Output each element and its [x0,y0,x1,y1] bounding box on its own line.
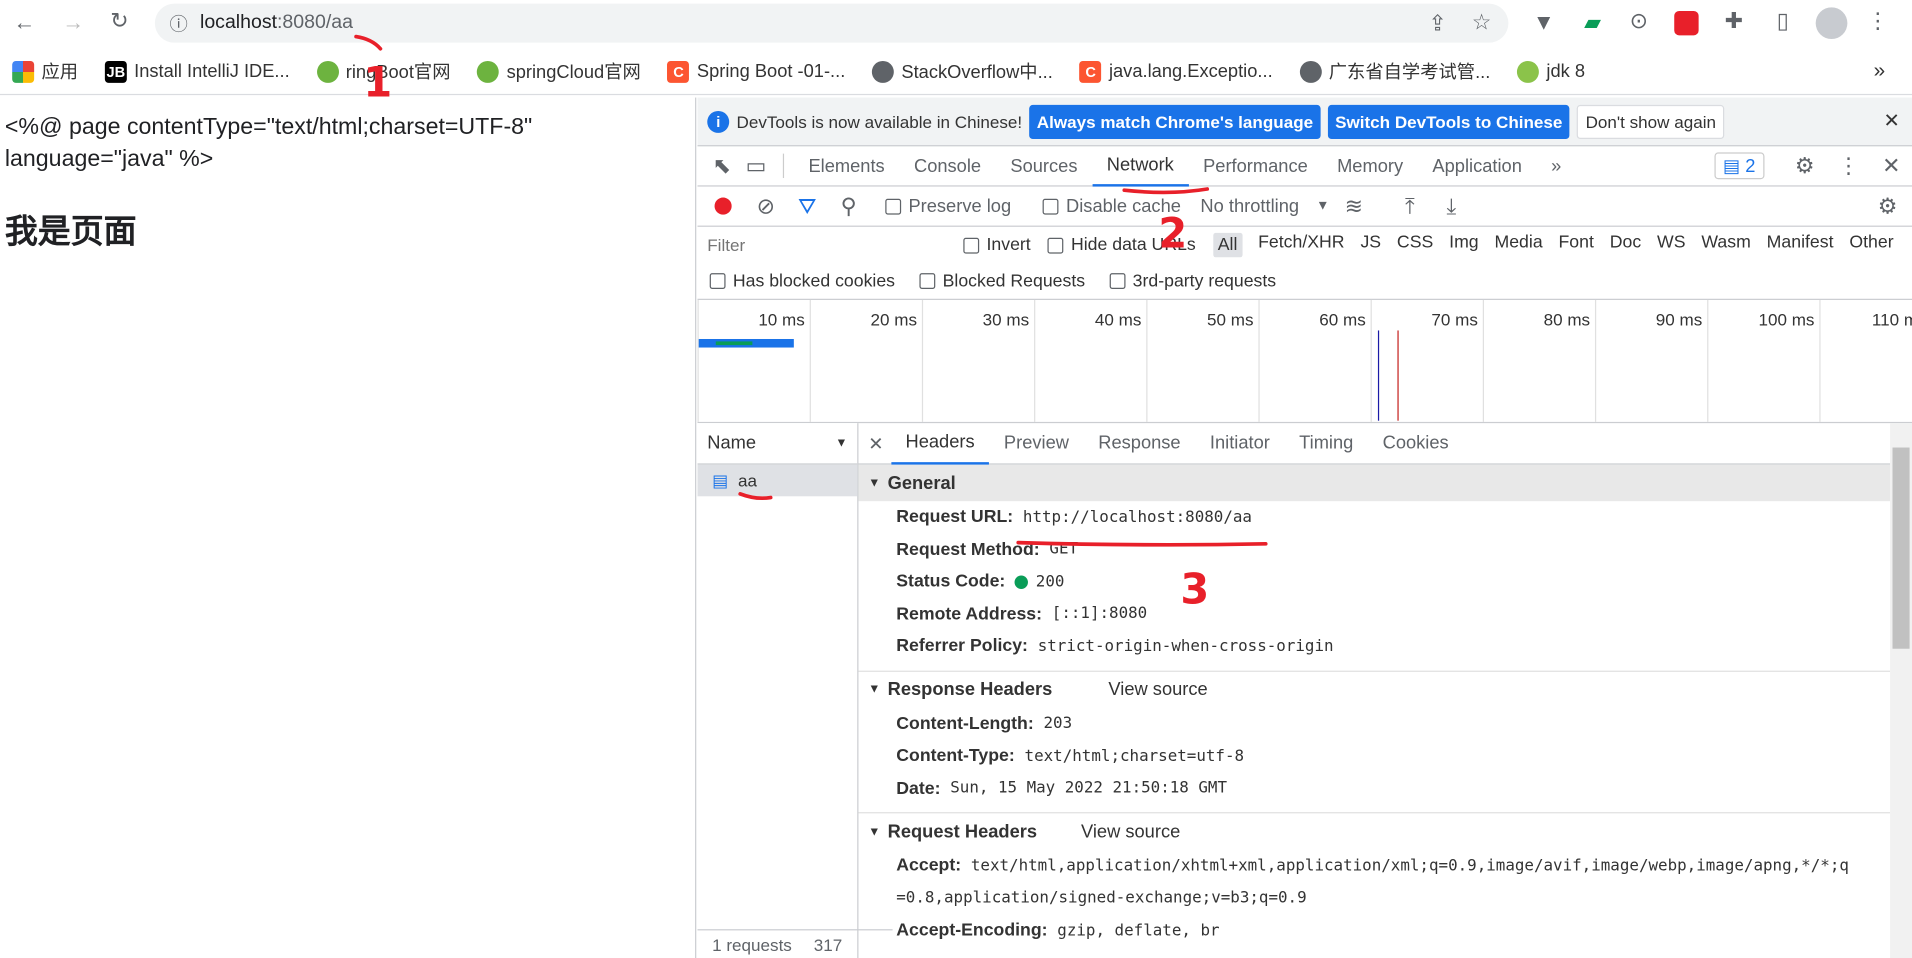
annotation-underline-request-url [1016,540,1268,547]
annotation-number-2: 2 [1158,209,1188,259]
annotation-marks [354,34,1268,547]
annotation-underline-network [1122,187,1210,195]
annotation-underline-request [738,492,773,501]
annotation-underline-url [354,34,383,51]
annotation-number-3: 3 [1180,565,1210,615]
annotation-number-1: 1 [363,58,393,108]
